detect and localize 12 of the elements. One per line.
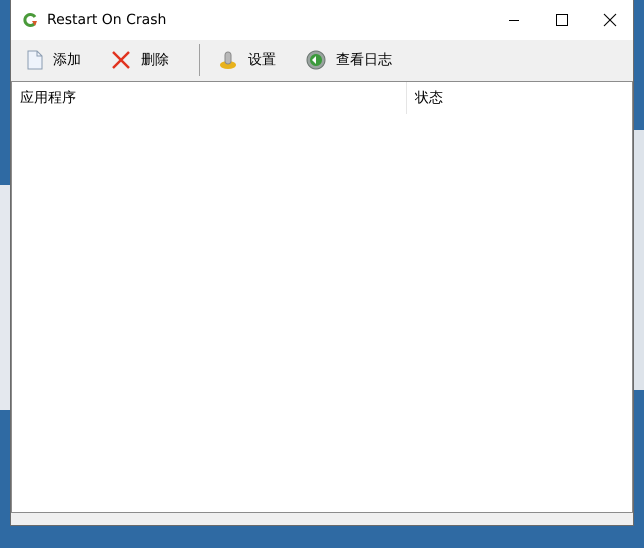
toolbar-button[interactable]: 设置 bbox=[210, 44, 284, 76]
log-icon bbox=[306, 50, 326, 70]
cross-icon bbox=[111, 50, 131, 70]
column-header[interactable]: 应用程序 bbox=[12, 82, 407, 114]
toolbar-button[interactable]: 删除 bbox=[103, 44, 177, 76]
column-header[interactable]: 状态 bbox=[407, 82, 451, 114]
toolbar-button[interactable]: 添加 bbox=[19, 44, 89, 76]
app-icon bbox=[23, 12, 39, 28]
document-icon bbox=[27, 50, 43, 70]
window-title: Restart On Crash bbox=[47, 12, 168, 28]
toolbar-button[interactable]: 查看日志 bbox=[298, 44, 400, 76]
settings-icon bbox=[218, 50, 238, 70]
